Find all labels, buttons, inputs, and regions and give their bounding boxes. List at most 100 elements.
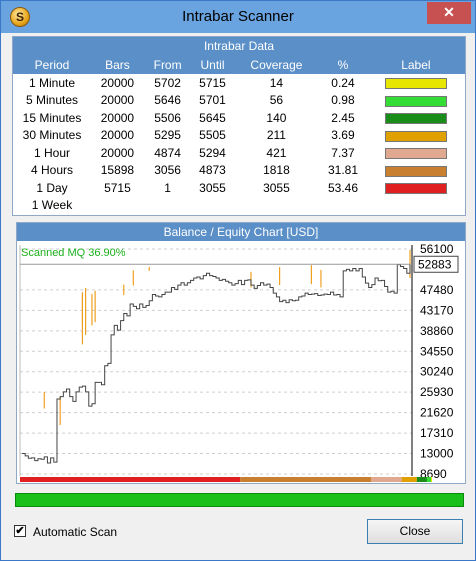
label-color-swatch [384, 95, 447, 107]
cell-coverage: 1818 [263, 163, 290, 178]
cell-period: 1 Week [31, 198, 73, 213]
cell-until: 4873 [199, 163, 226, 178]
y-tick-label: 47480 [420, 283, 454, 297]
cell-label [367, 162, 465, 180]
cell-label [367, 144, 465, 162]
col-period: Period [13, 55, 91, 74]
cell-from: 5506 [154, 110, 181, 125]
cell-until: 5294 [199, 145, 226, 160]
intrabar-row: 1 Hour 20000 4874 5294 421 7.37 [13, 144, 465, 162]
cell-until: 5645 [199, 110, 226, 125]
cell-period: 4 Hours [30, 163, 74, 178]
coverage-strip-segment [240, 477, 372, 482]
intrabar-row: 1 Day 5715 1 3055 3055 53.46 [13, 179, 465, 197]
cell-label [367, 74, 465, 92]
cell-bars: 20000 [100, 110, 135, 125]
coverage-strip-segment [426, 477, 431, 482]
cell-coverage: 3055 [263, 180, 290, 195]
intrabar-row: 1 Minute 20000 5702 5715 14 0.24 [13, 74, 465, 92]
intrabar-data-title: Intrabar Data [13, 37, 465, 55]
cell-coverage: 140 [266, 110, 287, 125]
cell-from [144, 197, 192, 215]
cell-period: 15 Minutes [22, 110, 82, 125]
close-button[interactable]: Close [367, 519, 463, 544]
col-until: Until [191, 55, 234, 74]
cell-from: 5295 [154, 128, 181, 143]
y-tick-label: 43170 [420, 303, 454, 317]
cell-bars: 20000 [100, 128, 135, 143]
title-bar[interactable]: S Intrabar Scanner ✕ [1, 1, 475, 33]
balance-equity-panel: Balance / Equity Chart [USD] 56100 47480 4… [16, 222, 466, 484]
cell-until: 5505 [199, 128, 226, 143]
cell-until [191, 197, 233, 215]
intrabar-row: 1 Week [13, 197, 465, 215]
cell-percent: 7.37 [331, 145, 355, 160]
cell-percent [319, 197, 367, 215]
cell-coverage [234, 197, 320, 215]
cell-coverage: 211 [266, 128, 286, 143]
intrabar-scanner-window: S Intrabar Scanner ✕ Intrabar Data Perio… [0, 0, 476, 561]
cell-bars: 20000 [100, 145, 135, 160]
cell-period: 30 Minutes [22, 128, 82, 143]
label-color-swatch [384, 78, 447, 90]
label-color-swatch [384, 130, 447, 142]
cell-period: 1 Minute [28, 75, 76, 90]
cell-bars: 15898 [100, 163, 135, 178]
y-tick-label: 56100 [420, 242, 454, 256]
cell-until: 5701 [199, 93, 226, 108]
cell-until: 5715 [199, 75, 226, 90]
cell-label [367, 92, 465, 110]
cell-label [367, 127, 465, 145]
coverage-strip-segment [430, 477, 432, 482]
col-bars: Bars [91, 55, 144, 74]
cell-period: 1 Hour [33, 145, 71, 160]
cell-coverage: 421 [266, 145, 287, 160]
cell-bars: 20000 [100, 75, 135, 90]
cell-period: 1 Day [36, 180, 68, 195]
coverage-strip-segment [416, 477, 427, 482]
y-tick-label: 13000 [420, 447, 454, 461]
intrabar-row: 5 Minutes 20000 5646 5701 56 0.98 [13, 92, 465, 110]
col-percent: % [319, 55, 367, 74]
coverage-strip-segment [401, 477, 417, 482]
chart-title: Balance / Equity Chart [USD] [17, 223, 465, 241]
cell-percent: 2.45 [331, 110, 355, 125]
cell-bars: 20000 [100, 93, 135, 108]
cell-from: 5646 [154, 93, 181, 108]
intrabar-data-panel: Intrabar Data Period Bars From Until Cov… [12, 36, 466, 216]
cell-percent: 0.98 [331, 93, 355, 108]
current-value-label: 52883 [418, 257, 452, 271]
window-title: Intrabar Scanner [182, 8, 294, 25]
cell-until: 3055 [199, 180, 226, 195]
scan-complete-bar [15, 493, 464, 507]
window-close-icon[interactable]: ✕ [427, 2, 471, 24]
automatic-scan-checkbox[interactable]: ✔ [14, 525, 26, 537]
intrabar-row: 15 Minutes 20000 5506 5645 140 2.45 [13, 109, 465, 127]
cell-from: 4874 [154, 145, 181, 160]
scanned-label: Scanned MQ 36.90% [21, 247, 126, 259]
cell-percent: 53.46 [327, 180, 358, 195]
y-tick-label: 25930 [420, 385, 454, 399]
intrabar-row: 30 Minutes 20000 5295 5505 211 3.69 [13, 127, 465, 145]
col-coverage: Coverage [233, 55, 320, 74]
cell-percent: 0.24 [331, 75, 355, 90]
y-tick-label: 17310 [420, 426, 454, 440]
label-color-swatch [384, 148, 447, 160]
label-color-swatch [384, 113, 447, 125]
intrabar-row: 4 Hours 15898 3056 4873 1818 31.81 [13, 162, 465, 180]
col-from: From [143, 55, 192, 74]
cell-label [367, 109, 465, 127]
cell-from: 5702 [154, 75, 181, 90]
label-color-swatch [384, 165, 447, 177]
cell-period: 5 Minutes [25, 93, 79, 108]
cell-bars [91, 197, 144, 215]
automatic-scan-label: Automatic Scan [33, 525, 118, 539]
cell-bars: 5715 [104, 180, 131, 195]
cell-label [367, 179, 465, 197]
cell-coverage: 56 [269, 93, 284, 108]
col-label: Label [366, 55, 465, 74]
y-tick-label: 38860 [420, 324, 454, 338]
label-color-swatch [384, 183, 447, 195]
cell-percent: 31.81 [327, 163, 358, 178]
cell-from: 1 [164, 180, 171, 195]
